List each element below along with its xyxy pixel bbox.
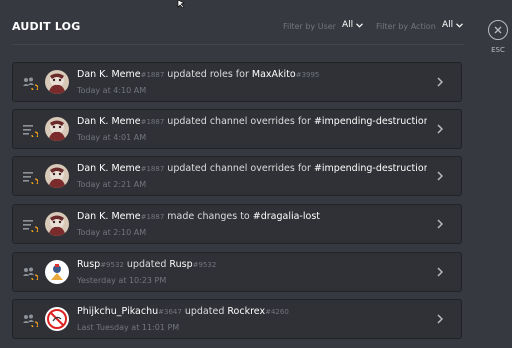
audit-log-entry[interactable]: Phijkchu_Pikachu#3647 updated Rockrex#42… bbox=[12, 299, 462, 339]
chevron-down-icon bbox=[356, 23, 363, 28]
entry-user-discriminator: #1887 bbox=[140, 118, 165, 126]
entry-target: MaxAkito bbox=[251, 69, 296, 80]
avatar-rusp bbox=[45, 260, 69, 284]
entry-timestamp: Yesterday at 10:23 PM bbox=[77, 276, 167, 285]
mouse-cursor-icon bbox=[177, 0, 185, 8]
close-button[interactable]: ESC bbox=[488, 20, 512, 54]
entry-target-discriminator: #3995 bbox=[295, 71, 320, 79]
entry-timestamp: Today at 4:01 AM bbox=[77, 133, 147, 142]
chevron-right-icon[interactable] bbox=[437, 77, 443, 87]
entry-user: Dan K. Meme bbox=[77, 69, 141, 80]
close-icon bbox=[488, 20, 508, 40]
entry-summary: Rusp#9532 updated Rusp#9532 bbox=[77, 259, 427, 270]
channel-overrides-icon bbox=[23, 125, 38, 137]
entry-action: updated bbox=[181, 306, 228, 317]
audit-log-entry[interactable]: Dan K. Meme#1887 updated channel overrid… bbox=[12, 156, 462, 196]
filter-user-label: Filter by User bbox=[283, 22, 336, 31]
entry-target: #impending-destruction-... bbox=[313, 163, 427, 174]
entry-user-discriminator: #9532 bbox=[100, 261, 124, 269]
entry-action: updated channel overrides for bbox=[164, 116, 314, 127]
filter-action-label: Filter by Action bbox=[376, 22, 436, 31]
avatar-dan bbox=[45, 164, 69, 188]
channel-update-icon bbox=[23, 220, 38, 232]
member-update-icon bbox=[23, 267, 38, 280]
audit-log-entry[interactable]: Dan K. Meme#1887 updated channel overrid… bbox=[12, 109, 462, 149]
entry-user: Phijkchu_Pikachu bbox=[77, 306, 159, 317]
channel-overrides-icon bbox=[23, 172, 38, 184]
entry-timestamp: Today at 2:21 AM bbox=[77, 180, 147, 189]
entry-user: Dan K. Meme bbox=[77, 211, 141, 222]
entry-summary: Dan K. Meme#1887 updated channel overrid… bbox=[77, 116, 427, 127]
entry-summary: Phijkchu_Pikachu#3647 updated Rockrex#42… bbox=[77, 306, 427, 317]
entry-action: updated roles for bbox=[164, 69, 252, 80]
page-title: AUDIT LOG bbox=[12, 20, 81, 33]
entry-action: made changes to bbox=[164, 211, 253, 222]
entry-target: #impending-destruction-... bbox=[313, 116, 427, 127]
audit-log-header: AUDIT LOG Filter by User All Filter by A… bbox=[12, 14, 464, 45]
avatar-phij bbox=[45, 307, 69, 331]
entry-user-discriminator: #1887 bbox=[140, 71, 165, 79]
entry-user: Rusp bbox=[77, 259, 101, 270]
filter-user-value: All bbox=[342, 20, 354, 30]
chevron-right-icon[interactable] bbox=[437, 124, 443, 134]
entry-summary: Dan K. Meme#1887 updated roles for MaxAk… bbox=[77, 69, 427, 80]
entry-target: Rusp bbox=[169, 259, 193, 270]
chevron-down-icon bbox=[456, 23, 463, 28]
entry-user: Dan K. Meme bbox=[77, 163, 141, 174]
member-update-icon bbox=[23, 77, 38, 90]
esc-label: ESC bbox=[491, 46, 505, 54]
entry-timestamp: Today at 4:10 AM bbox=[77, 86, 147, 95]
member-update-icon bbox=[23, 314, 38, 327]
entry-summary: Dan K. Meme#1887 made changes to #dragal… bbox=[77, 211, 427, 222]
audit-log-entry[interactable]: Dan K. Meme#1887 updated roles for MaxAk… bbox=[12, 62, 462, 102]
entry-timestamp: Last Tuesday at 11:01 PM bbox=[77, 323, 180, 332]
entry-user-discriminator: #1887 bbox=[140, 165, 165, 173]
entry-target-discriminator: #4260 bbox=[265, 308, 289, 316]
avatar-dan bbox=[45, 117, 69, 141]
entry-target-discriminator: #9532 bbox=[192, 261, 217, 269]
entry-user-discriminator: #3647 bbox=[158, 308, 182, 316]
chevron-right-icon[interactable] bbox=[437, 314, 443, 324]
entry-user: Dan K. Meme bbox=[77, 116, 141, 127]
filter-action-value: All bbox=[442, 20, 454, 30]
entry-user-discriminator: #1887 bbox=[140, 213, 165, 221]
chevron-right-icon[interactable] bbox=[437, 171, 443, 181]
chevron-right-icon[interactable] bbox=[437, 267, 443, 277]
entry-action: updated channel overrides for bbox=[164, 163, 314, 174]
entry-target: #dragalia-lost bbox=[252, 211, 320, 222]
entry-summary: Dan K. Meme#1887 updated channel overrid… bbox=[77, 163, 427, 174]
audit-log-entry[interactable]: Rusp#9532 updated Rusp#9532 Yesterday at… bbox=[12, 252, 462, 292]
avatar-dan bbox=[45, 212, 69, 236]
entry-action: updated bbox=[123, 259, 170, 270]
entry-timestamp: Today at 2:10 AM bbox=[77, 228, 147, 237]
avatar-dan bbox=[45, 70, 69, 94]
audit-log-entry[interactable]: Dan K. Meme#1887 made changes to #dragal… bbox=[12, 204, 462, 244]
entry-target: Rockrex bbox=[227, 306, 266, 317]
chevron-right-icon[interactable] bbox=[437, 219, 443, 229]
